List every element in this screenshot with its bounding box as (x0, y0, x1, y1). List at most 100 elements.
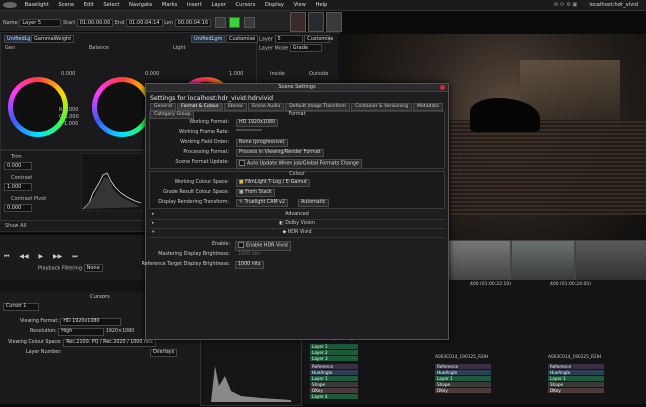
viewing-format-label: Viewing Format: (20, 319, 59, 324)
outside-tab[interactable]: Outside (309, 71, 328, 77)
gamma-weight-tab[interactable]: GammaWeight (31, 35, 75, 43)
scene-format-update-dropdown[interactable]: Auto Update When Job/Global Formats Chan… (236, 159, 362, 169)
working-format-dropdown[interactable]: HD 1920x1080 (236, 119, 279, 127)
track-layer-1[interactable]: Layer 1 (310, 344, 358, 349)
expand-arrow-icon: ▸ (152, 212, 155, 217)
clip-label-2[interactable]: A003C014_190125_R2IH (435, 355, 488, 360)
forward-icon[interactable]: ▶▶ (53, 253, 62, 260)
show-all-button[interactable]: Show All (5, 223, 26, 229)
customise-grade-button[interactable]: Customise (226, 35, 259, 43)
grade-result-colour-space-label: Grade Result Colour Space: (163, 190, 229, 195)
layer-field[interactable]: 5 (274, 35, 303, 43)
track-hueangle[interactable]: HueAngle (310, 370, 358, 375)
layer-toolbar: Name Layer 5 Start 01:00:00:00 End 01:00… (0, 11, 290, 31)
cursor-dropdown[interactable]: Cursor 1 (3, 303, 39, 311)
start-field[interactable]: 01:00:00:00 (76, 18, 114, 27)
scene-format-update-checkbox[interactable] (239, 160, 245, 166)
enable-layer-button[interactable] (229, 17, 241, 28)
track-dkey[interactable]: DKey (310, 388, 358, 393)
track2-layer-1[interactable]: Layer 1 (435, 376, 491, 381)
track-layer-1b[interactable]: Layer 1 (310, 376, 358, 381)
menu-layer[interactable]: Layer (207, 0, 229, 10)
viewing-format-dropdown[interactable]: HD 1920x1080 (60, 318, 122, 326)
track3-reference[interactable]: Reference (548, 364, 604, 369)
track-layer-2[interactable]: Layer 2 (310, 350, 358, 355)
rewind-icon[interactable]: ◀◀ (19, 253, 28, 260)
track3-hueangle[interactable]: HueAngle (548, 370, 604, 375)
viewing-colour-space-dropdown[interactable]: Rec.2100: PQ / Rec.2020 / 1000 nits (63, 339, 156, 347)
menu-baselight[interactable]: Baselight (21, 0, 53, 10)
layer-option-button[interactable] (243, 17, 255, 28)
tab-format-colour[interactable]: Format & Colour (177, 103, 223, 111)
layer-thumbnail-3[interactable] (326, 12, 342, 32)
working-colour-space-dropdown[interactable]: ■ FilmLight T-Log / E-Gamut (236, 179, 310, 187)
clip-label-3[interactable]: A003C014_190125_R2IH (548, 355, 601, 360)
track2-reference[interactable]: Reference (435, 364, 491, 369)
track2-shape[interactable]: Shape (435, 382, 491, 387)
contrast-pivot-field[interactable]: 0.000 (4, 204, 32, 212)
enable-checkbox[interactable] (238, 242, 244, 248)
reference-target-display-brightness-dropdown[interactable]: 1000 nits (235, 261, 264, 269)
track3-dkey[interactable]: DKey (548, 388, 604, 393)
track-layer-4[interactable]: Layer 4 (310, 394, 358, 399)
working-frame-rate-dropdown[interactable] (236, 129, 262, 131)
contrast-field[interactable]: 1.000 (4, 183, 32, 191)
resolution-dropdown[interactable]: High (58, 328, 105, 336)
layer-mode-dropdown[interactable]: Grade (289, 44, 322, 52)
mastering-display-brightness-dropdown[interactable]: 1000 nits (235, 251, 264, 259)
menu-marks[interactable]: Marks (158, 0, 182, 10)
processing-format-dropdown[interactable]: Process in Viewing/Render Format (236, 149, 324, 157)
close-icon[interactable] (440, 85, 445, 90)
inside-tab[interactable]: Inside (270, 71, 285, 77)
len-field[interactable]: 00:00:04:16 (174, 18, 212, 27)
tab-metadata[interactable]: Metadata (413, 103, 443, 111)
menu-cursors[interactable]: Cursors (232, 0, 260, 10)
curve-graph[interactable] (81, 153, 143, 211)
track2-dkey[interactable]: DKey (435, 388, 491, 393)
cursors-title: Cursors (90, 294, 110, 300)
working-field-order-dropdown[interactable]: None (progressive) (236, 139, 288, 147)
menu-display[interactable]: Display (261, 0, 288, 10)
track3-shape[interactable]: Shape (548, 382, 604, 387)
layer-thumbnail-1[interactable] (290, 12, 306, 32)
playback-filtering-dropdown[interactable]: None (83, 264, 103, 272)
contrast-pivot-label: Contrast Pivot (11, 196, 47, 202)
menu-select[interactable]: Select (99, 0, 123, 10)
dialog-heading: Settings for localhost:hdr_vivid:hdrvivi… (150, 95, 274, 102)
track2-hueangle[interactable]: HueAngle (435, 370, 491, 375)
menu-view[interactable]: View (290, 0, 310, 10)
next-icon[interactable]: ⏭ (72, 253, 77, 260)
advanced-section[interactable]: ▸ Advanced (149, 211, 445, 220)
layer-thumbnail-2[interactable] (308, 12, 324, 32)
hdr-vivid-section[interactable]: ▾ ◆ HDR Vivid (149, 229, 445, 238)
name-field[interactable]: Layer 5 (19, 18, 62, 27)
menu-navigate[interactable]: Navigate (125, 0, 156, 10)
track-layer-3[interactable]: Layer 3 (310, 356, 358, 361)
track-reference[interactable]: Reference (310, 364, 358, 369)
mute-button[interactable] (214, 17, 226, 28)
tab-container-versioning[interactable]: Container & Versioning (351, 103, 413, 111)
display-rendering-mode-dropdown[interactable]: Automatic (298, 199, 329, 207)
grade-result-colour-space-dropdown[interactable]: ■ From Stack (236, 189, 275, 197)
end-field[interactable]: 01:00:04:14 (125, 18, 163, 27)
menu-insert[interactable]: Insert (183, 0, 206, 10)
customise-button[interactable]: Customise (304, 35, 333, 43)
unified-tab[interactable]: UnifiedLgm (191, 35, 226, 43)
tab-general[interactable]: General (150, 103, 177, 111)
dolby-vision-section[interactable]: ▸ ◧ Dolby Vision (149, 220, 445, 229)
tab-default-image-transform[interactable]: Default Image Transform (285, 103, 351, 111)
track-shape[interactable]: Shape (310, 382, 358, 387)
menu-help[interactable]: Help (312, 0, 332, 10)
tab-scene-audio[interactable]: Scene Audio (247, 103, 285, 111)
overlays-button[interactable]: Overlays (150, 349, 178, 357)
previous-icon[interactable]: ⏮ (4, 253, 9, 260)
menu-scene[interactable]: Scene (54, 0, 78, 10)
trim-field[interactable]: 0.000 (4, 162, 32, 170)
tab-stereo[interactable]: Stereo (223, 103, 247, 111)
play-icon[interactable]: ▶ (38, 253, 43, 260)
menu-edit[interactable]: Edit (80, 0, 98, 10)
display-rendering-transform-dropdown[interactable]: ✎ Truelight CAM v2 (236, 199, 289, 207)
dialog-titlebar: Scene Settings (146, 84, 448, 92)
track3-layer-1[interactable]: Layer 1 (548, 376, 604, 381)
gamma-colour-wheel[interactable] (92, 77, 152, 137)
